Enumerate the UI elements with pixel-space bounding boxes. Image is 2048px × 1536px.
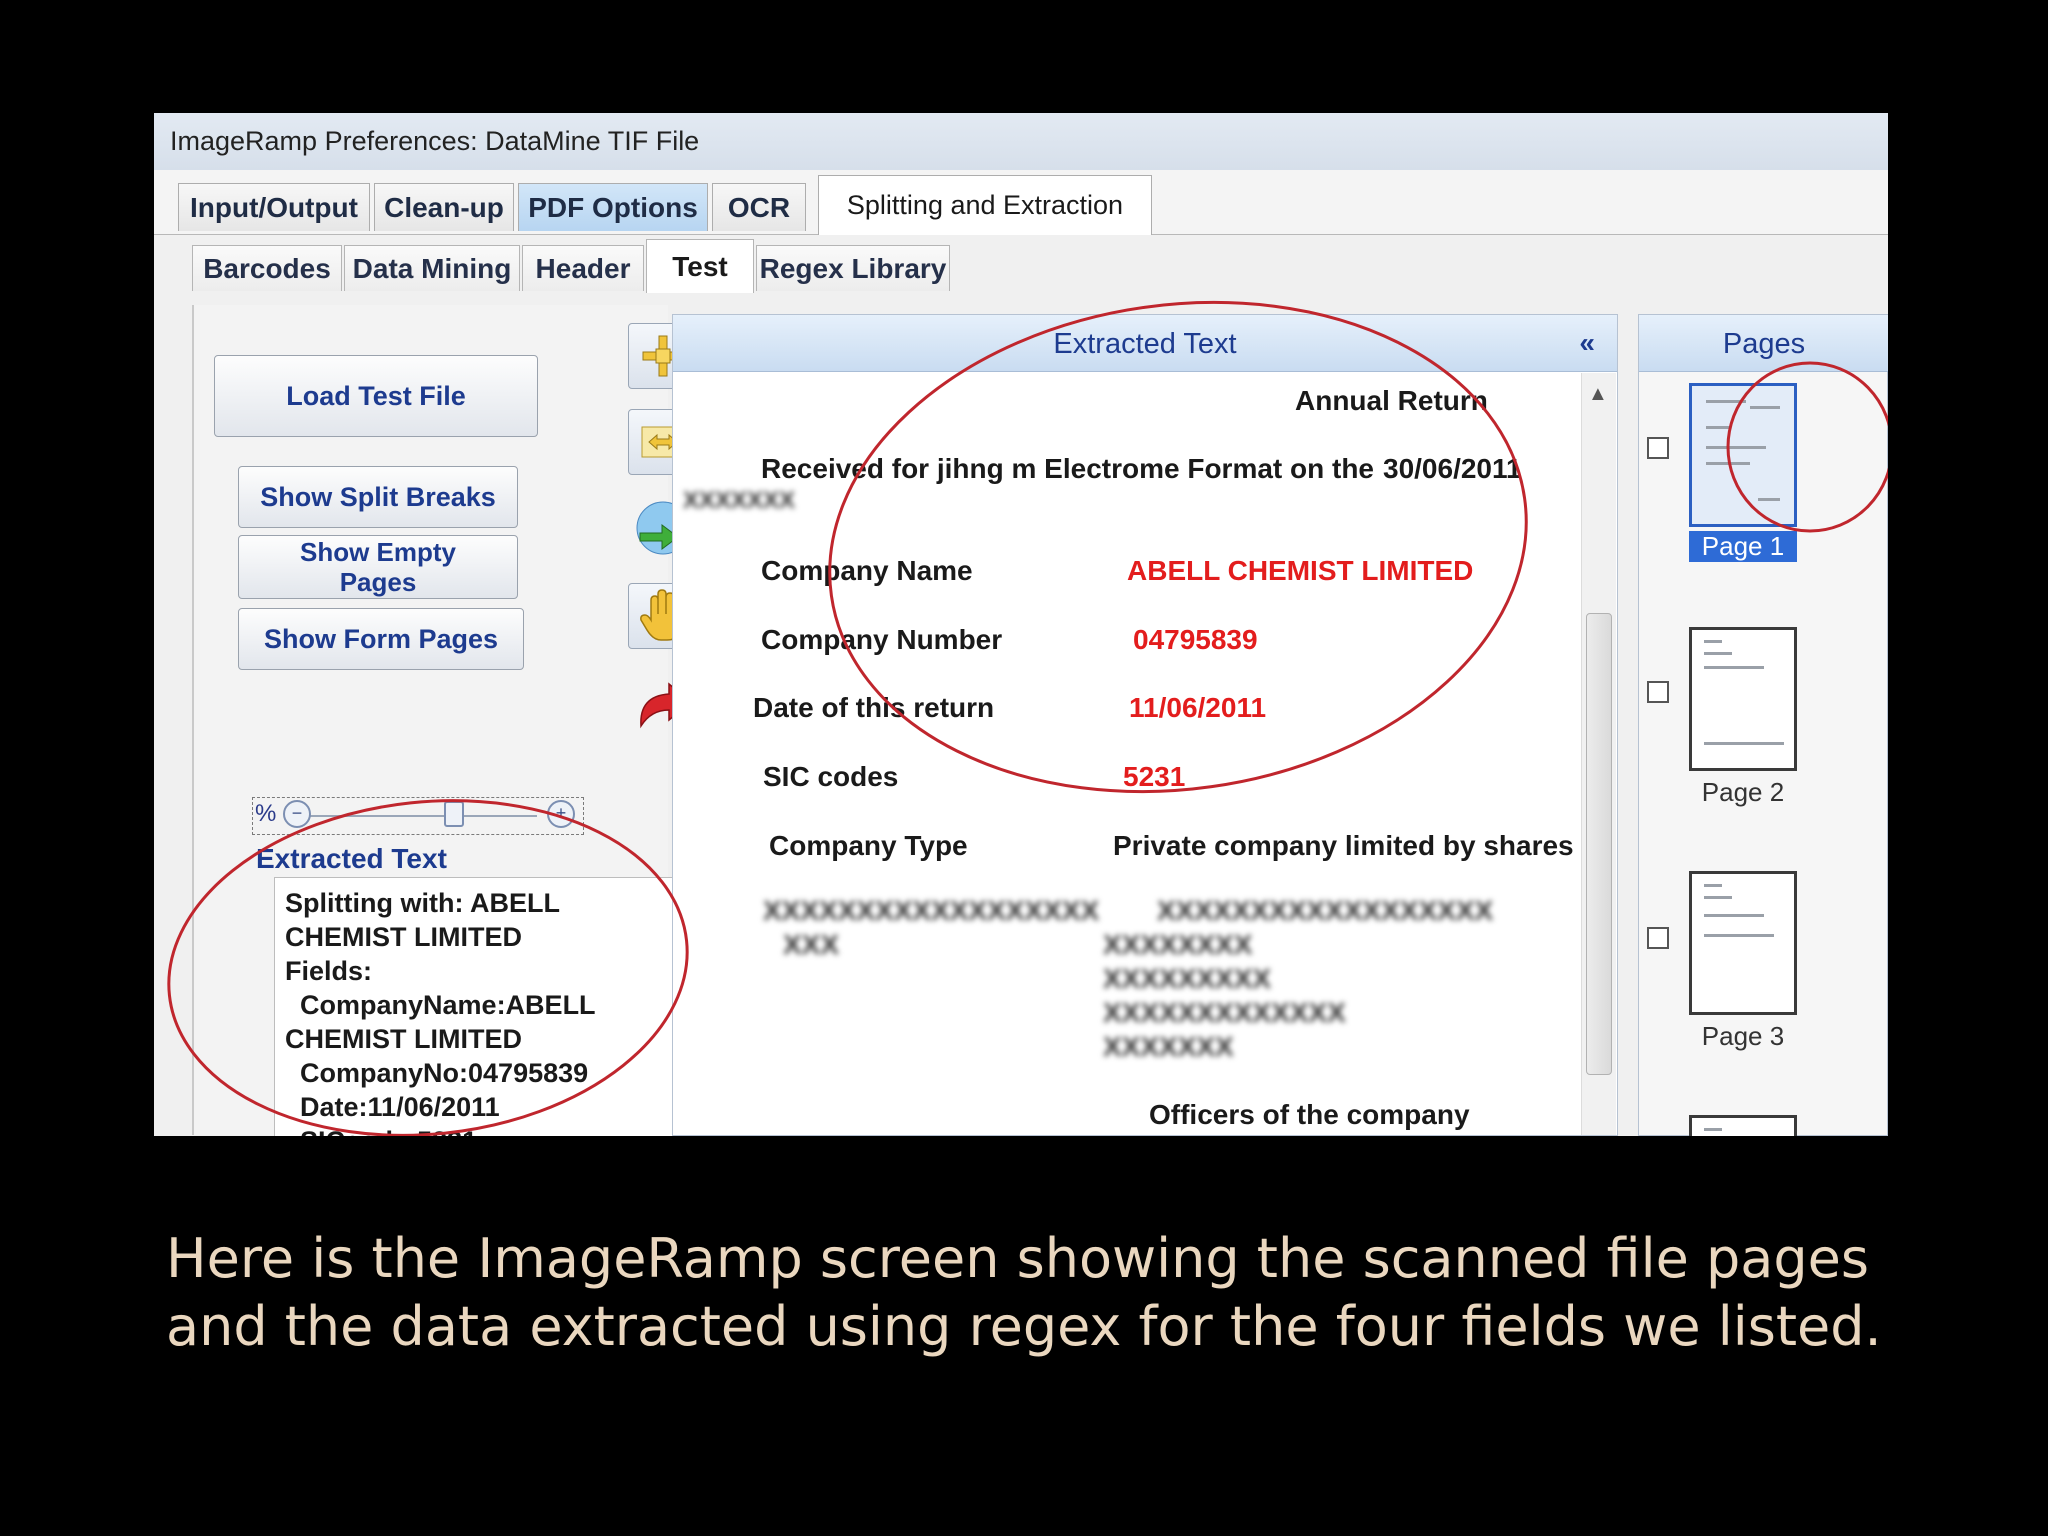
annotation-overlay (167, 300, 1888, 1136)
caption: Here is the ImageRamp screen showing the… (166, 1225, 1926, 1361)
caption-line-2: and the data extracted using regex for t… (166, 1295, 1882, 1358)
caption-line-1: Here is the ImageRamp screen showing the… (166, 1227, 1870, 1290)
annotation-circle-extracted-text (828, 300, 1528, 794)
app-screenshot: ImageRamp Preferences: DataMine TIF File… (154, 113, 1888, 1136)
annotation-circle-left-output (167, 799, 689, 1136)
annotation-circle-page-thumbnail (1726, 361, 1888, 533)
